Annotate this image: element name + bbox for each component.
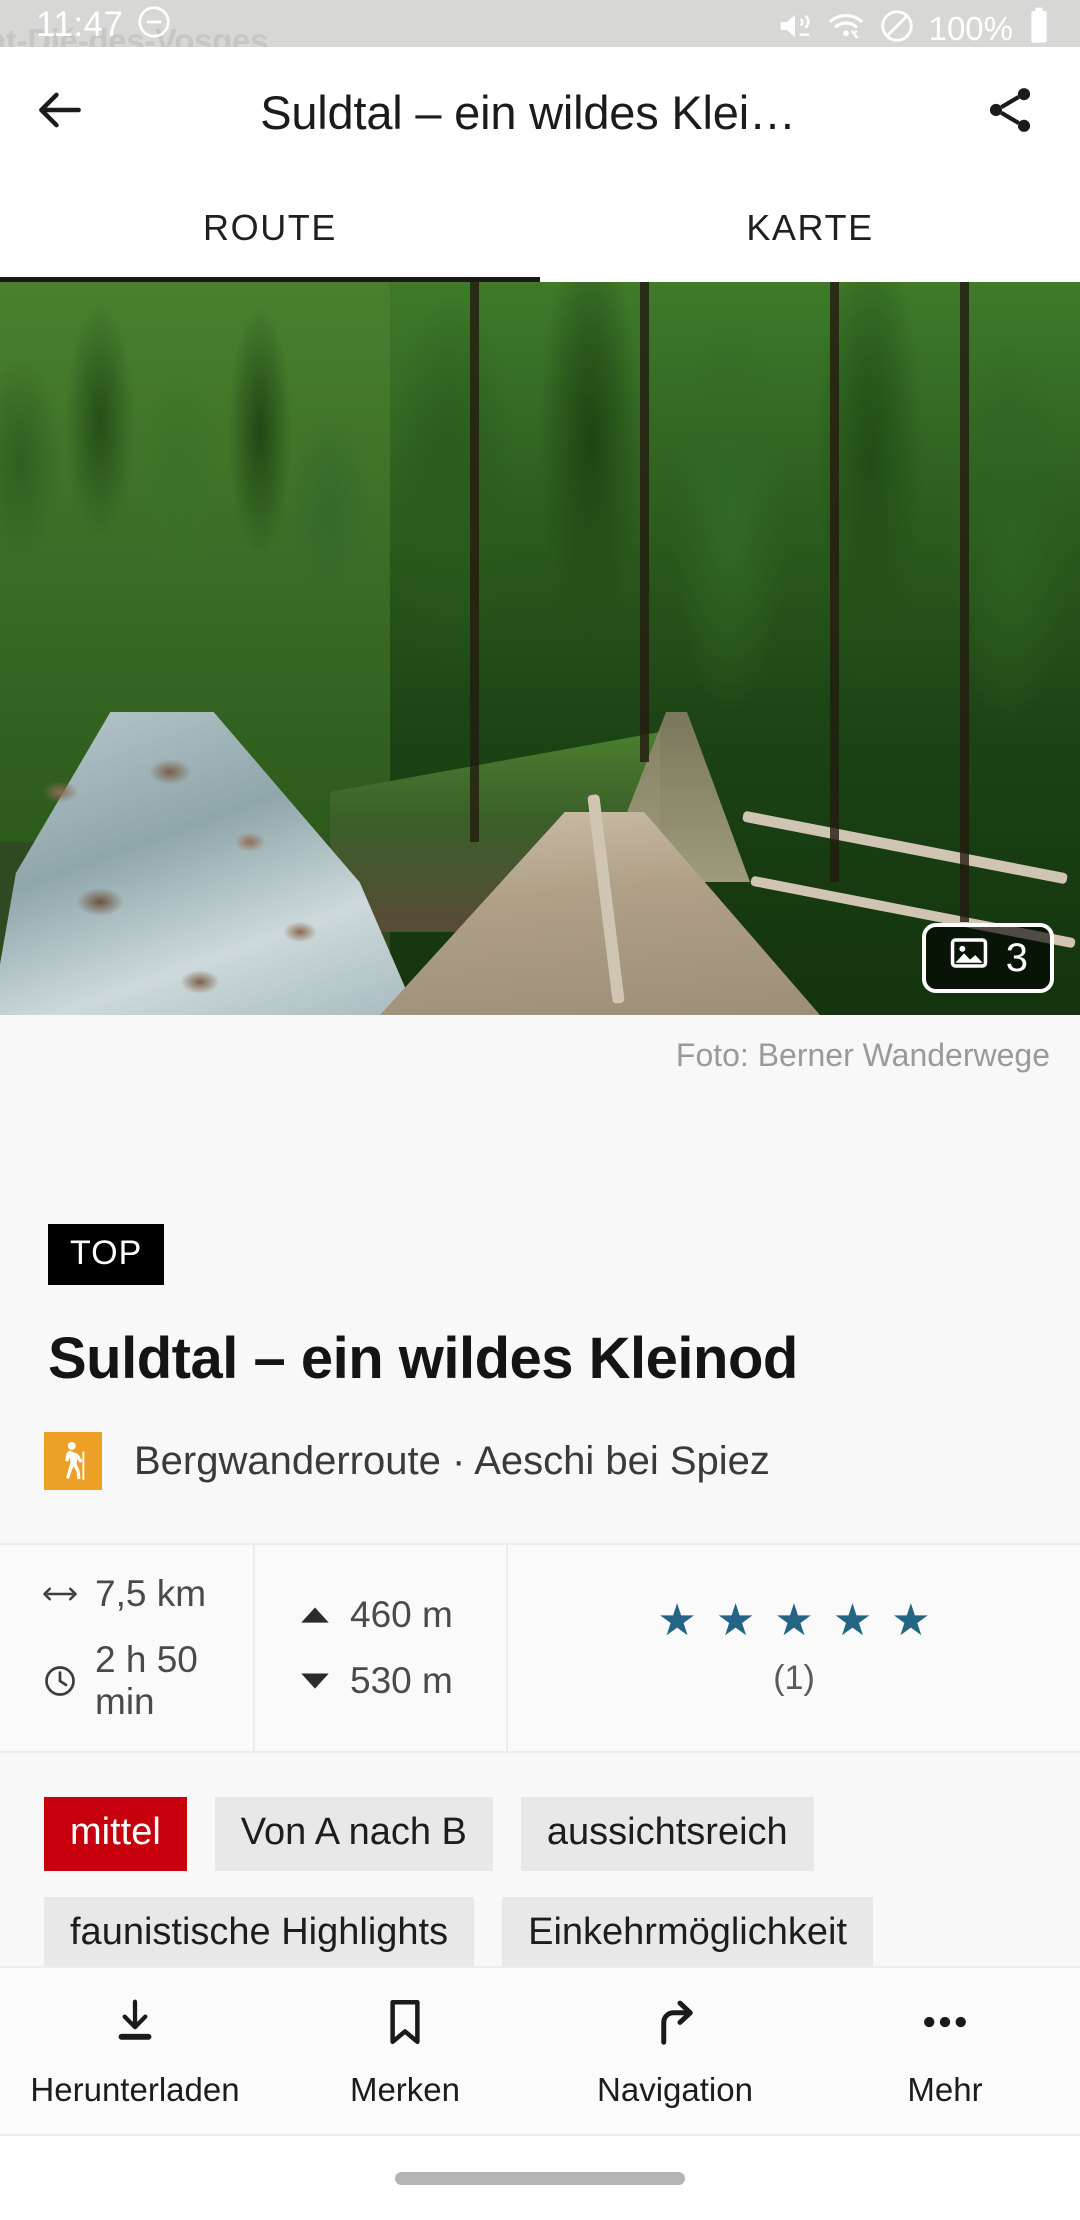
- navigation-arrow-icon: [648, 1993, 702, 2049]
- tree-trunk: [640, 282, 649, 762]
- tag-list: mittel Von A nach B aussichtsreich fauni…: [44, 1797, 1044, 1971]
- clock-icon: [42, 1663, 78, 1699]
- route-subtitle-row: Bergwanderroute · Aeschi bei Spiez: [44, 1432, 1080, 1490]
- status-bar-left: 11:47: [36, 3, 173, 46]
- action-more-label: Mehr: [907, 2071, 983, 2108]
- tree-trunk: [470, 282, 479, 842]
- tag-item[interactable]: aussichtsreich: [520, 1797, 814, 1871]
- action-navigation-label: Navigation: [597, 2071, 753, 2108]
- photo-credit: Foto: Berner Wanderwege: [675, 1037, 1050, 1073]
- tag-difficulty[interactable]: mittel: [44, 1797, 187, 1871]
- star-icon: ★: [891, 1595, 931, 1645]
- tag-item[interactable]: Von A nach B: [214, 1797, 493, 1871]
- stat-descent: 530 m: [297, 1660, 506, 1702]
- tab-route-label: ROUTE: [203, 206, 337, 248]
- stat-distance: 7,5 km: [42, 1573, 253, 1615]
- more-dots-icon: [918, 1993, 972, 2049]
- image-icon: [948, 932, 990, 984]
- stat-ascent-value: 460 m: [350, 1594, 453, 1635]
- descent-triangle-down-icon: [297, 1670, 333, 1692]
- photo-count-label: 3: [1005, 935, 1028, 980]
- back-button[interactable]: [0, 47, 120, 177]
- system-gesture-bar: [0, 2134, 1080, 2220]
- action-bookmark[interactable]: Merken: [270, 1968, 540, 2134]
- stat-descent-value: 530 m: [350, 1660, 453, 1701]
- tag-item[interactable]: Einkehrmöglichkeit: [502, 1897, 874, 1971]
- back-arrow-icon: [32, 82, 88, 143]
- tree-trunk: [830, 282, 839, 882]
- top-badge: TOP: [48, 1224, 165, 1285]
- distance-arrows-icon: [42, 1582, 78, 1606]
- bottom-action-bar: Herunterladen Merken Navigation Mehr: [0, 1966, 1080, 2134]
- tag-item[interactable]: faunistische Highlights: [44, 1897, 475, 1971]
- star-icon: ★: [832, 1595, 873, 1645]
- stats-rating[interactable]: ★ ★ ★ ★ ★ (1): [506, 1545, 1080, 1751]
- action-download[interactable]: Herunterladen: [0, 1968, 270, 2134]
- tab-route[interactable]: ROUTE: [0, 177, 540, 282]
- stat-duration: 2 h 50 min: [42, 1639, 253, 1723]
- action-more[interactable]: Mehr: [810, 1968, 1080, 2134]
- no-entry-icon: [878, 7, 916, 47]
- star-icon: ★: [774, 1595, 814, 1645]
- stat-distance-value: 7,5 km: [95, 1573, 207, 1614]
- share-button[interactable]: [940, 47, 1080, 177]
- status-clock: 11:47: [36, 4, 124, 44]
- hero-photo[interactable]: 3: [0, 282, 1080, 1015]
- gesture-pill[interactable]: [395, 2171, 685, 2185]
- rating-stars: ★ ★ ★ ★ ★: [657, 1595, 931, 1645]
- app-bar: Suldtal – ein wildes Klei…: [0, 47, 1080, 177]
- status-bar: nt-Dié-des-Vosges 11:47 100%: [0, 0, 1080, 47]
- battery-full-icon: [1026, 6, 1052, 47]
- action-download-label: Herunterladen: [30, 2071, 240, 2108]
- rating-count: (1): [773, 1658, 815, 1697]
- stats-row: 7,5 km 2 h 50 min 460 m 530 m ★ ★ ★ ★ ★ …: [0, 1543, 1080, 1753]
- tab-bar: ROUTE KARTE: [0, 177, 1080, 282]
- battery-percent-label: 100%: [928, 9, 1013, 47]
- route-title: Suldtal – ein wildes Kleinod: [48, 1326, 798, 1391]
- wifi-icon: [827, 7, 865, 47]
- volume-muted-icon: [776, 7, 814, 47]
- action-navigation[interactable]: Navigation: [540, 1968, 810, 2134]
- hiker-icon: [44, 1432, 102, 1490]
- download-icon: [108, 1993, 162, 2049]
- tab-karte-label: KARTE: [746, 206, 874, 248]
- photo-count-badge[interactable]: 3: [921, 923, 1054, 993]
- rocks-region: [0, 752, 430, 1015]
- bookmark-icon: [378, 1993, 432, 2049]
- tab-karte[interactable]: KARTE: [540, 177, 1080, 282]
- route-subtitle: Bergwanderroute · Aeschi bei Spiez: [134, 1438, 770, 1483]
- do-not-disturb-icon: [135, 3, 173, 46]
- tree-trunk: [960, 282, 969, 922]
- page-title: Suldtal – ein wildes Klei…: [260, 85, 796, 139]
- stat-duration-value: 2 h 50 min: [95, 1639, 198, 1722]
- stat-ascent: 460 m: [297, 1594, 506, 1636]
- stats-distance-duration: 7,5 km 2 h 50 min: [0, 1545, 253, 1751]
- stats-ascent-descent: 460 m 530 m: [253, 1545, 506, 1751]
- share-icon: [982, 82, 1038, 143]
- status-bar-right: 100%: [776, 6, 1052, 47]
- star-icon: ★: [715, 1595, 756, 1645]
- star-icon: ★: [657, 1595, 697, 1645]
- ascent-triangle-up-icon: [297, 1604, 333, 1626]
- action-bookmark-label: Merken: [349, 2071, 461, 2108]
